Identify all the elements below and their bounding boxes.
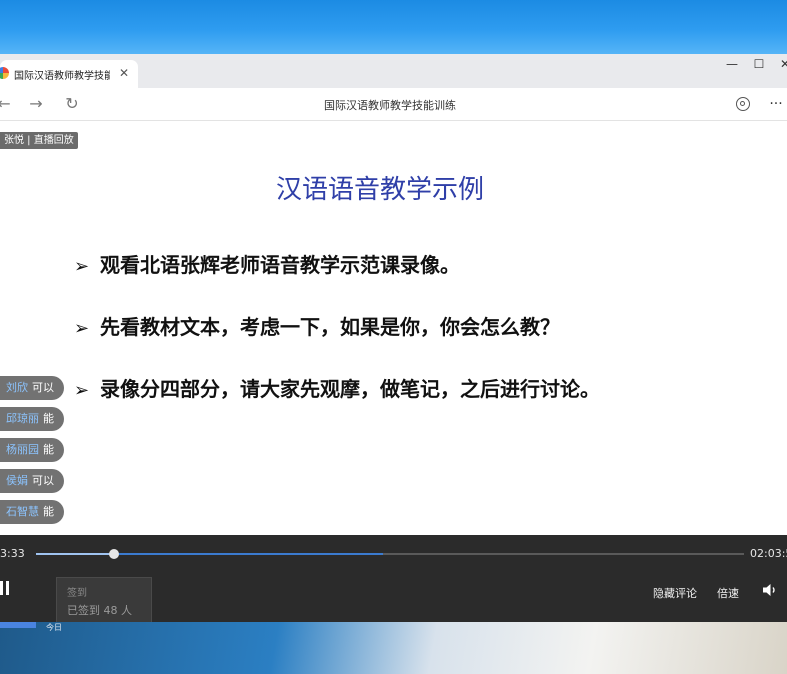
hide-comments-button[interactable]: 隐藏评论: [653, 585, 697, 601]
comment-author: 刘欣: [6, 381, 28, 394]
slide-bullet: ➢ 录像分四部分，请大家先观摩，做笔记，之后进行讨论。: [74, 373, 600, 402]
forward-arrow-icon[interactable]: →: [26, 94, 46, 114]
taskbar-button[interactable]: [0, 622, 36, 628]
site-favicon-icon: [0, 67, 9, 79]
comment-author: 侯娟: [6, 474, 28, 487]
playback-speed-button[interactable]: 倍速: [717, 585, 739, 601]
browser-toolbar: ← → ↻ 国际汉语教师教学技能训练 ···: [0, 88, 787, 121]
desktop-wallpaper: [0, 0, 787, 54]
comment-author: 杨丽园: [6, 443, 39, 456]
comment-text: 可以: [32, 474, 54, 487]
back-arrow-icon[interactable]: ←: [0, 94, 14, 114]
signin-panel: 签到 已签到 48 人: [56, 577, 152, 623]
signin-label: 签到: [67, 588, 87, 599]
host-badge: 张悦 | 直播回放: [0, 132, 78, 149]
reload-icon[interactable]: ↻: [62, 94, 82, 114]
progress-bar[interactable]: [36, 549, 744, 559]
live-content-area: 张悦 | 直播回放 汉语语音教学示例 ➢ 观看北语张辉老师语音教学示范课录像。 ➢…: [0, 121, 787, 535]
window-close-button[interactable]: ✕: [772, 55, 787, 73]
browser-extension-icon[interactable]: [736, 97, 750, 111]
window-maximize-button[interactable]: ☐: [746, 55, 772, 73]
comment-author: 石智慧: [6, 505, 39, 518]
slide-bullet: ➢ 观看北语张辉老师语音教学示范课录像。: [74, 249, 460, 278]
browser-tab[interactable]: 国际汉语教师教学技能 ✕: [0, 60, 138, 88]
current-time: 3:33: [0, 547, 25, 560]
slide-bullet: ➢ 先看教材文本，考虑一下，如果是你，你会怎么教？: [74, 311, 560, 340]
bullet-arrow-icon: ➢: [74, 318, 90, 339]
tab-close-icon[interactable]: ✕: [116, 65, 132, 81]
volume-icon[interactable]: [762, 583, 778, 597]
window-minimize-button[interactable]: —: [719, 55, 745, 73]
slide-bullet-text: 录像分四部分，请大家先观摩，做笔记，之后进行讨论。: [100, 377, 600, 401]
progress-played: [36, 553, 114, 555]
comment-text: 能: [43, 505, 54, 518]
comment-text: 可以: [32, 381, 54, 394]
comment-item: 邱琼丽能: [0, 407, 64, 431]
comment-text: 能: [43, 412, 54, 425]
taskbar-label: 今日: [46, 623, 62, 632]
pause-icon[interactable]: [0, 581, 10, 595]
video-player-controls: 3:33 02:03:5 签到 已签到 48 人 隐藏评论 倍速: [0, 535, 787, 623]
tab-bar: 国际汉语教师教学技能 ✕ — ☐ ✕: [0, 54, 787, 88]
comment-author: 邱琼丽: [6, 412, 39, 425]
slide-bullet-text: 观看北语张辉老师语音教学示范课录像。: [100, 253, 460, 277]
taskbar-wallpaper: 今日: [0, 622, 787, 674]
comment-item: 杨丽园能: [0, 438, 64, 462]
page-title: 国际汉语教师教学技能训练: [324, 99, 456, 112]
tab-title: 国际汉语教师教学技能: [14, 71, 110, 82]
signin-count: 已签到 48 人: [67, 604, 132, 617]
more-menu-icon[interactable]: ···: [766, 94, 786, 114]
browser-window: 国际汉语教师教学技能 ✕ — ☐ ✕ ← → ↻ 国际汉语教师教学技能训练 ··…: [0, 54, 787, 623]
slide-bullet-text: 先看教材文本，考虑一下，如果是你，你会怎么教？: [100, 315, 560, 339]
comment-item: 侯娟 可以: [0, 469, 64, 493]
progress-handle[interactable]: [108, 549, 119, 559]
comment-item: 石智慧能: [0, 500, 64, 524]
bullet-arrow-icon: ➢: [74, 256, 90, 277]
bullet-arrow-icon: ➢: [74, 380, 90, 401]
comment-item: 刘欣 可以: [0, 376, 64, 400]
comment-text: 能: [43, 443, 54, 456]
slide-title: 汉语语音教学示例: [275, 175, 484, 205]
total-time: 02:03:5: [750, 547, 787, 560]
